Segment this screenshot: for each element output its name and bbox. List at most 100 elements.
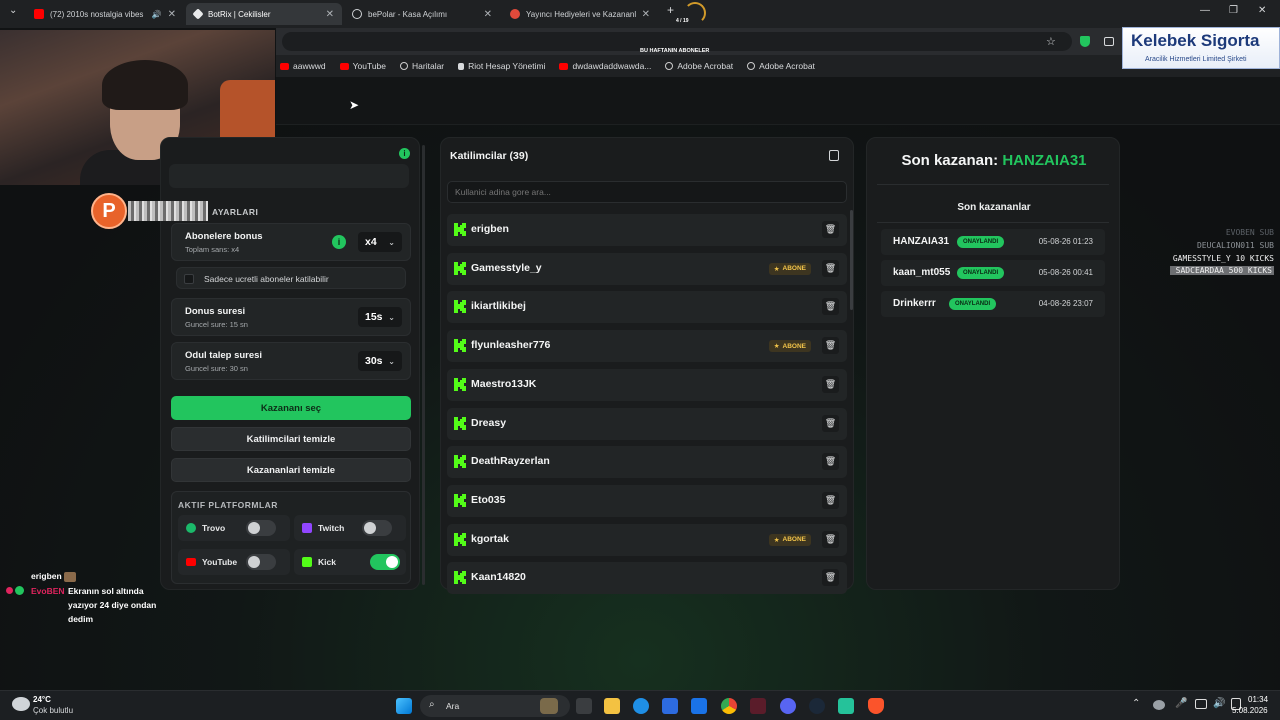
bookmark-youtube[interactable]: YouTube [339,61,386,71]
sub-feed-item: GAMESSTYLE_Y 10 KICKS [1172,254,1274,263]
chrome-icon[interactable] [721,698,737,714]
subscriber-bonus-card: Abonelere bonus Toplam sans: x4 i x4 ⌄ [171,223,411,261]
close-icon[interactable]: ✕ [642,9,650,20]
paid-only-checkbox[interactable] [184,274,194,284]
taskbar-search[interactable]: ⌕ Ara [420,695,570,717]
delete-participant-button[interactable]: 🗑 [822,375,839,393]
bookmark-riot[interactable]: Riot Hesap Yönetimi [458,61,545,71]
search-highlight-icon [540,698,558,714]
settings-scrollbar[interactable] [422,145,425,585]
clock-date[interactable]: 5.08.2026 [1232,706,1268,715]
task-view-icon[interactable] [576,698,592,714]
app-icon[interactable] [838,698,854,714]
delete-participant-button[interactable]: 🗑 [822,337,839,355]
app-icon[interactable] [750,698,766,714]
weather-desc[interactable]: Çok bulutlu [33,706,73,715]
mail-icon[interactable] [691,698,707,714]
platform-label: Twitch [318,523,345,533]
participant-row[interactable]: Kaan14820 🗑 [447,562,847,595]
kick-toggle[interactable] [370,554,400,570]
subscriber-bonus-select[interactable]: x4 ⌄ [358,232,402,252]
windows-start-icon[interactable] [396,698,412,714]
bookmark-label: dwdawdaddwawda... [572,61,652,71]
bookmark-haritalar[interactable]: Haritalar [400,61,444,71]
store-icon[interactable] [662,698,678,714]
discord-icon[interactable] [780,698,796,714]
delete-participant-button[interactable]: 🗑 [822,530,839,548]
claim-duration-select[interactable]: 30s ⌄ [358,351,402,371]
shield-icon[interactable] [1080,36,1090,47]
delete-participant-button[interactable]: 🗑 [822,414,839,432]
twitch-toggle[interactable] [362,520,392,536]
clear-winners-button[interactable]: Kazananlari temizle [171,458,411,482]
bookmark-label: aawwwd [293,61,326,71]
extensions-icon[interactable] [1104,37,1114,46]
tab-list-chevron-icon[interactable]: ⌄ [9,5,17,16]
page-header [276,77,1280,125]
tab-botrix[interactable]: BotRix | Cekilisler ✕ [186,3,342,25]
participant-row[interactable]: flyunleasher776 ★ ABONE 🗑 [447,330,847,363]
chat-message-line: Ekranın sol altında [68,586,144,596]
close-icon[interactable]: ✕ [484,9,492,20]
participants-title: Katilimcilar (39) [450,150,529,162]
claim-duration-sub: Guncel sure: 30 sn [185,364,248,373]
star-icon[interactable]: ☆ [1046,35,1056,48]
info-icon[interactable]: i [332,235,346,249]
display-icon[interactable] [1195,699,1207,709]
bookmark-dwdaw[interactable]: dwdawdaddwawda... [559,61,651,71]
bookmark-aawwwd[interactable]: aawwwd [280,61,326,71]
last-winner-name: HANZAIA31 [1002,152,1087,169]
select-value: 15s [365,311,383,323]
bookmark-adobe-1[interactable]: Adobe Acrobat [665,61,733,71]
participant-row[interactable]: ikiartlikibej 🗑 [447,291,847,324]
microphone-icon[interactable]: 🎤 [1175,698,1187,709]
tray-icon[interactable] [1153,700,1165,710]
delete-participant-button[interactable]: 🗑 [822,453,839,471]
steam-icon[interactable] [809,698,825,714]
participant-row[interactable]: Gamesstyle_y ★ ABONE 🗑 [447,252,847,285]
pick-winner-button[interactable]: Kazananı seç [171,396,411,420]
participant-row[interactable]: DeathRayzerlan 🗑 [447,446,847,479]
new-tab-button[interactable]: + [667,3,674,17]
tab-bepolar[interactable]: bePolar - Kasa Açılımı ✕ [344,3,500,25]
participant-row[interactable]: kgortak ★ ABONE 🗑 [447,523,847,556]
delete-participant-button[interactable]: 🗑 [822,491,839,509]
delete-participant-button[interactable]: 🗑 [822,259,839,277]
info-icon[interactable]: i [399,148,410,159]
participant-row[interactable]: Eto035 🗑 [447,484,847,517]
subscriber-badge: ★ ABONE [768,262,811,275]
chevron-down-icon: ⌄ [388,312,395,322]
close-window-icon[interactable]: ✕ [1258,5,1266,16]
weather-temp[interactable]: 24°C [33,695,51,704]
bookmark-adobe-2[interactable]: Adobe Acrobat [747,61,815,71]
delete-participant-button[interactable]: 🗑 [822,569,839,587]
edge-icon[interactable] [633,698,649,714]
speaker-icon[interactable]: 🔊 [152,10,162,19]
close-icon[interactable]: ✕ [168,9,176,20]
bonus-duration-select[interactable]: 15s ⌄ [358,307,402,327]
close-icon[interactable]: ✕ [326,9,334,20]
trovo-toggle[interactable] [246,520,276,536]
brave-icon[interactable] [868,698,884,714]
clock-time[interactable]: 01:34 [1248,695,1268,704]
copy-icon[interactable] [829,150,839,161]
tab-yayinci[interactable]: Yayıncı Hediyeleri ve Kazananla ✕ [502,3,658,25]
file-explorer-icon[interactable] [604,698,620,714]
participant-row[interactable]: Dreasy 🗑 [447,407,847,440]
winner-row: Drinkerrr ONAYLANDI 04-08-26 23:07 [881,291,1105,317]
maximize-icon[interactable]: ❐ [1229,5,1238,16]
participant-search-input[interactable] [447,181,847,203]
youtube-toggle[interactable] [246,554,276,570]
minimize-icon[interactable]: — [1200,5,1210,16]
delete-participant-button[interactable]: 🗑 [822,298,839,316]
participant-scrollbar[interactable] [850,210,853,310]
paid-only-card[interactable]: Sadece ucretli aboneler katilabilir [176,267,406,289]
participant-row[interactable]: Maestro13JK 🗑 [447,368,847,401]
participant-row[interactable]: erigben 🗑 [447,214,847,246]
platform-twitch: Twitch [294,515,406,541]
delete-participant-button[interactable]: 🗑 [822,221,839,238]
speaker-icon[interactable]: 🔊 [1213,698,1225,709]
chevron-up-icon[interactable]: ⌃ [1132,698,1140,709]
clear-participants-button[interactable]: Katilimcilari temizle [171,427,411,451]
tab-youtube[interactable]: (72) 2010s nostalgia vibes n 🔊 ✕ [26,3,184,25]
